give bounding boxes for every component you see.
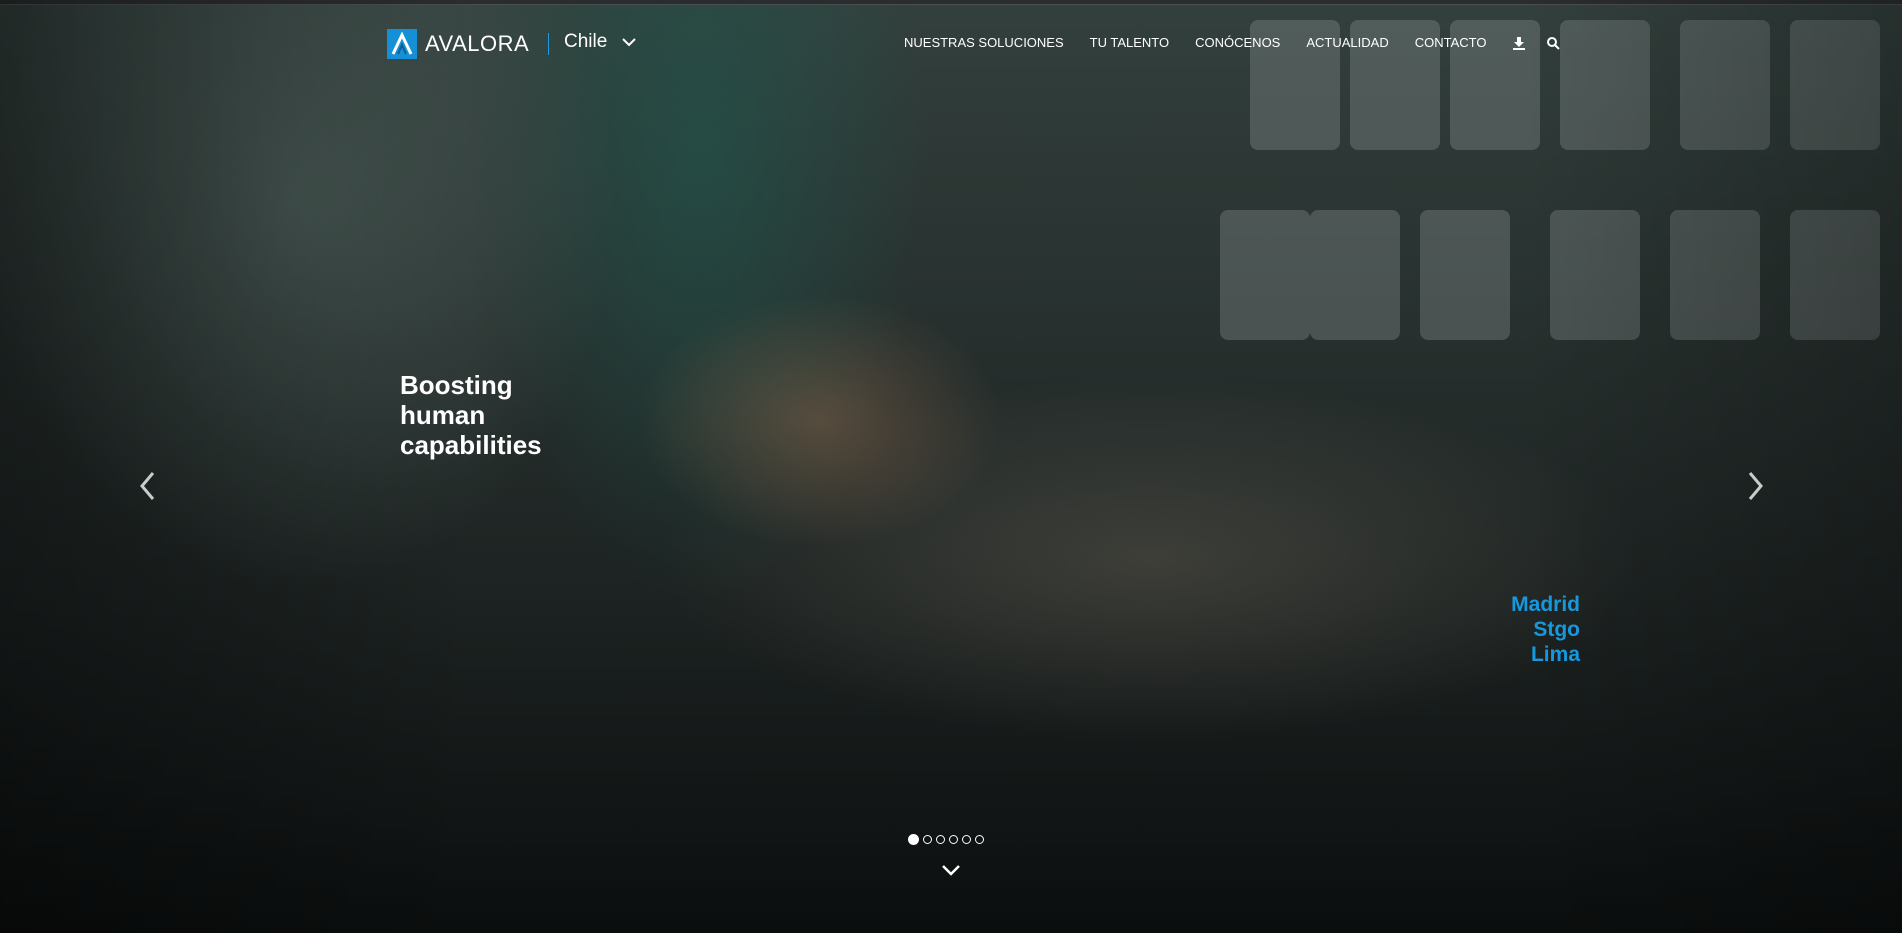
slide-dot-4[interactable] xyxy=(949,835,958,844)
download-icon[interactable] xyxy=(1512,36,1526,50)
slider-pagination xyxy=(908,834,988,845)
search-icon[interactable] xyxy=(1546,36,1561,50)
nav-item-nuestras-soluciones[interactable]: NUESTRAS SOLUCIONES xyxy=(904,35,1064,50)
slide-dot-3[interactable] xyxy=(936,835,945,844)
nav-item-conocenos[interactable]: CONÓCENOS xyxy=(1195,35,1280,50)
site-logo[interactable]: AVALORA xyxy=(387,28,529,60)
hero-slider: AVALORA Chile NUESTRAS SOLUCIONES TU TAL… xyxy=(0,0,1902,933)
nav-item-actualidad[interactable]: ACTUALIDAD xyxy=(1306,35,1388,50)
slide-dot-6[interactable] xyxy=(975,835,984,844)
hero-headline: Boosting human capabilities xyxy=(400,370,600,460)
city-stgo: Stgo xyxy=(1533,618,1580,641)
headline-line: human xyxy=(400,400,486,430)
prev-slide-arrow-icon[interactable] xyxy=(138,470,158,507)
logo-divider xyxy=(548,33,549,55)
headline-line: Boosting xyxy=(400,370,513,400)
next-slide-arrow-icon[interactable] xyxy=(1745,470,1765,507)
background-overlay xyxy=(0,0,1902,933)
country-label: Chile xyxy=(564,31,608,52)
slide-dot-2[interactable] xyxy=(923,835,932,844)
city-list: Madrid Stgo Lima xyxy=(1480,592,1580,667)
slide-dot-1[interactable] xyxy=(908,834,919,845)
logo-mark-icon xyxy=(387,29,417,59)
chevron-down-icon xyxy=(621,31,637,53)
city-madrid: Madrid xyxy=(1511,593,1580,616)
city-lima: Lima xyxy=(1530,643,1580,666)
nav-item-contacto[interactable]: CONTACTO xyxy=(1415,35,1487,50)
slide-dot-5[interactable] xyxy=(962,835,971,844)
nav-item-tu-talento[interactable]: TU TALENTO xyxy=(1090,35,1169,50)
logo-text: AVALORA xyxy=(425,31,530,56)
scroll-down-chevron-icon[interactable] xyxy=(941,863,961,881)
main-nav: NUESTRAS SOLUCIONES TU TALENTO CONÓCENOS… xyxy=(904,35,1580,50)
country-selector[interactable]: Chile xyxy=(564,31,637,53)
headline-line: capabilities xyxy=(400,430,542,460)
